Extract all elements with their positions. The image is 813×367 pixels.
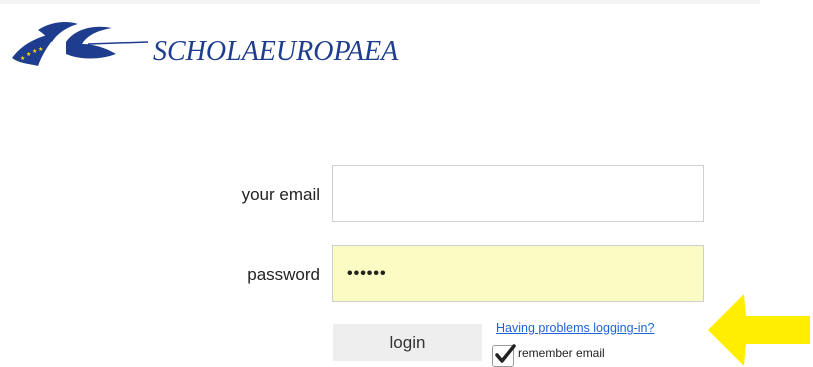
checkmark-icon: [495, 344, 516, 363]
login-button[interactable]: login: [333, 324, 482, 361]
svg-text:★: ★: [38, 46, 43, 53]
svg-text:★: ★: [32, 48, 37, 55]
login-help-link[interactable]: Having problems logging-in?: [496, 321, 654, 335]
svg-text:★: ★: [20, 55, 25, 62]
logo-wordmark: SCHOLAEUROPAEA: [153, 36, 399, 67]
password-field[interactable]: [332, 245, 704, 302]
schola-europaea-logo[interactable]: ★ ★ ★ ★ SCHOLAEUROPAEA: [8, 14, 428, 74]
remember-email-label: remember email: [518, 346, 605, 360]
password-label: password: [247, 265, 320, 284]
yellow-arrow-icon: [708, 294, 810, 366]
svg-text:★: ★: [26, 51, 31, 58]
schola-europaea-logo-icon: ★ ★ ★ ★: [12, 22, 148, 66]
email-label: your email: [241, 185, 320, 204]
remember-email-checkbox[interactable]: [492, 344, 516, 367]
header-divider: [0, 0, 760, 4]
email-field[interactable]: [332, 165, 704, 222]
